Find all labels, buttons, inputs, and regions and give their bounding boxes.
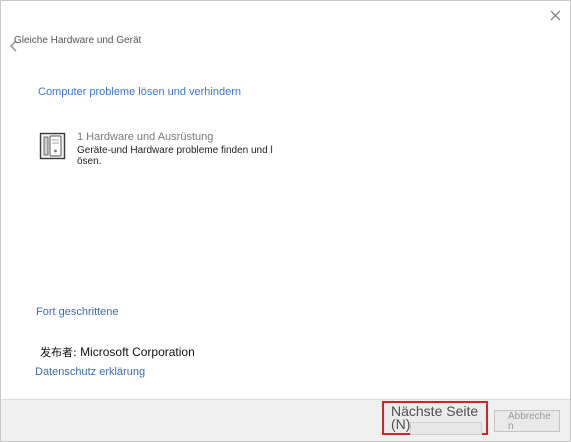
close-icon (550, 10, 561, 21)
troubleshooter-window: Gleiche Hardware und Gerät Computer prob… (0, 0, 571, 442)
publisher-label: 发布者: (40, 346, 77, 359)
advanced-link[interactable]: Fort geschrittene (36, 306, 119, 318)
option-description: Geräte-und Hardware probleme finden und … (77, 145, 273, 167)
publisher-name: Microsoft Corporation (80, 345, 195, 359)
hardware-device-icon (39, 132, 67, 160)
cancel-button[interactable]: Abbrechen (494, 410, 560, 432)
window-title: Gleiche Hardware und Gerät (14, 35, 142, 46)
privacy-statement-link[interactable]: Datenschutz erklärung (35, 366, 145, 378)
next-button-label: Nächste Seite (N) (391, 403, 479, 432)
option-hardware-devices[interactable]: 1 Hardware und Ausrüstung Geräte-und Har… (39, 130, 279, 174)
close-button[interactable] (547, 7, 565, 25)
next-button[interactable]: Nächste Seite (N) (382, 401, 488, 435)
option-title: 1 Hardware und Ausrüstung (77, 131, 214, 143)
page-heading: Computer probleme lösen und verhindern (38, 86, 242, 98)
cancel-button-label: Abbrechen (508, 411, 551, 432)
footer-bar: Nächste Seite (N) Abbrechen (1, 399, 570, 441)
publisher-line: 发布者: Microsoft Corporation (40, 345, 195, 360)
